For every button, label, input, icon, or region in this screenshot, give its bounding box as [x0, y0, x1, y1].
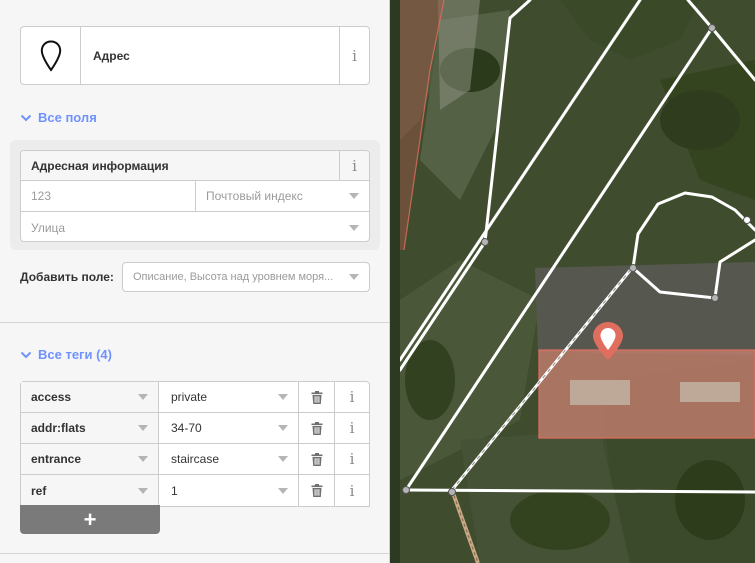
preset-name[interactable]: Адрес	[81, 27, 339, 84]
tag-key-text: entrance	[31, 452, 82, 466]
tag-key-text: access	[31, 390, 72, 404]
tag-key-text: addr:flats	[31, 421, 86, 435]
dropdown-arrow-icon	[138, 456, 148, 462]
map-pin-icon	[40, 39, 61, 72]
dropdown-arrow-icon	[349, 193, 359, 199]
trash-icon	[311, 452, 322, 466]
trash-icon	[311, 390, 322, 404]
address-row-1: 123 Почтовый индекс	[21, 181, 369, 212]
trash-icon	[311, 484, 322, 497]
dropdown-arrow-icon	[138, 487, 148, 494]
chevron-down-icon	[20, 351, 32, 358]
tag-row: addr:flats 34-70 i	[21, 413, 369, 444]
tag-value-text: 1	[171, 483, 178, 498]
postcode-placeholder: Почтовый индекс	[206, 189, 303, 203]
dropdown-arrow-icon	[349, 224, 359, 231]
section-divider	[0, 322, 389, 323]
tag-value-input[interactable]: 34-70	[159, 413, 299, 443]
tag-value-input[interactable]: 1	[159, 475, 299, 506]
tag-value-text: private	[171, 390, 208, 404]
tag-key-input[interactable]: ref	[21, 475, 159, 506]
dropdown-arrow-icon	[349, 274, 359, 280]
preset-info-button[interactable]: i	[339, 27, 369, 84]
tag-value-text: 34-70	[171, 421, 202, 435]
tag-delete-button[interactable]	[299, 444, 335, 474]
inspector-panel: Адрес i Все поля Адресная информация i 1…	[0, 0, 390, 563]
tag-info-button[interactable]: i	[335, 413, 369, 443]
tag-delete-button[interactable]	[299, 475, 335, 506]
dropdown-arrow-icon	[278, 456, 288, 462]
tag-value-text: staircase	[171, 452, 220, 466]
dropdown-arrow-icon	[138, 394, 148, 400]
tag-row: ref 1 i	[21, 475, 369, 506]
map-canvas[interactable]	[400, 0, 755, 563]
postcode-combo[interactable]: Почтовый индекс	[196, 181, 369, 211]
section-divider	[0, 553, 389, 554]
street-placeholder: Улица	[31, 220, 66, 235]
tag-row: entrance staircase i	[21, 444, 369, 475]
address-field: Адресная информация i 123 Почтовый индек…	[20, 150, 370, 242]
dropdown-arrow-icon	[138, 425, 148, 431]
add-tag-button[interactable]: +	[20, 505, 160, 534]
tag-info-button[interactable]: i	[335, 444, 369, 474]
add-field-row: Добавить поле: Описание, Высота над уров…	[20, 262, 370, 292]
tag-key-text: ref	[31, 483, 47, 498]
street-combo[interactable]: Улица	[21, 212, 369, 243]
address-field-wrap: Адресная информация i 123 Почтовый индек…	[10, 140, 380, 250]
tag-row: access private i	[21, 382, 369, 413]
address-row-2: Улица	[21, 212, 369, 243]
tag-delete-button[interactable]	[299, 413, 335, 443]
tag-delete-button[interactable]	[299, 382, 335, 412]
preset-icon-box[interactable]	[21, 27, 81, 84]
chevron-down-icon	[20, 114, 32, 121]
trash-icon	[311, 421, 322, 435]
add-field-label: Добавить поле:	[20, 270, 114, 284]
all-fields-label: Все поля	[38, 110, 97, 125]
all-fields-toggle[interactable]: Все поля	[20, 110, 97, 125]
address-info-button[interactable]: i	[339, 151, 369, 181]
tag-value-input[interactable]: staircase	[159, 444, 299, 474]
tag-key-input[interactable]: entrance	[21, 444, 159, 474]
tag-key-input[interactable]: addr:flats	[21, 413, 159, 443]
housenumber-input[interactable]: 123	[21, 181, 196, 211]
dropdown-arrow-icon	[278, 487, 288, 494]
all-tags-toggle[interactable]: Все теги (4)	[20, 347, 112, 362]
dropdown-arrow-icon	[278, 394, 288, 400]
add-field-placeholder: Описание, Высота над уровнем моря...	[133, 271, 334, 283]
add-field-combo[interactable]: Описание, Высота над уровнем моря...	[122, 262, 370, 292]
address-field-label: Адресная информация	[31, 158, 169, 173]
tag-info-button[interactable]: i	[335, 382, 369, 412]
tag-key-input[interactable]: access	[21, 382, 159, 412]
all-tags-label: Все теги (4)	[38, 347, 112, 362]
preset-item[interactable]: Адрес i	[20, 26, 370, 85]
dropdown-arrow-icon	[278, 425, 288, 431]
satellite-map[interactable]	[400, 0, 755, 563]
tag-info-button[interactable]: i	[335, 475, 369, 506]
tag-value-input[interactable]: private	[159, 382, 299, 412]
address-field-header: Адресная информация i	[21, 151, 369, 181]
tag-table: access private i addr:flats 34-70 i entr…	[20, 381, 370, 507]
